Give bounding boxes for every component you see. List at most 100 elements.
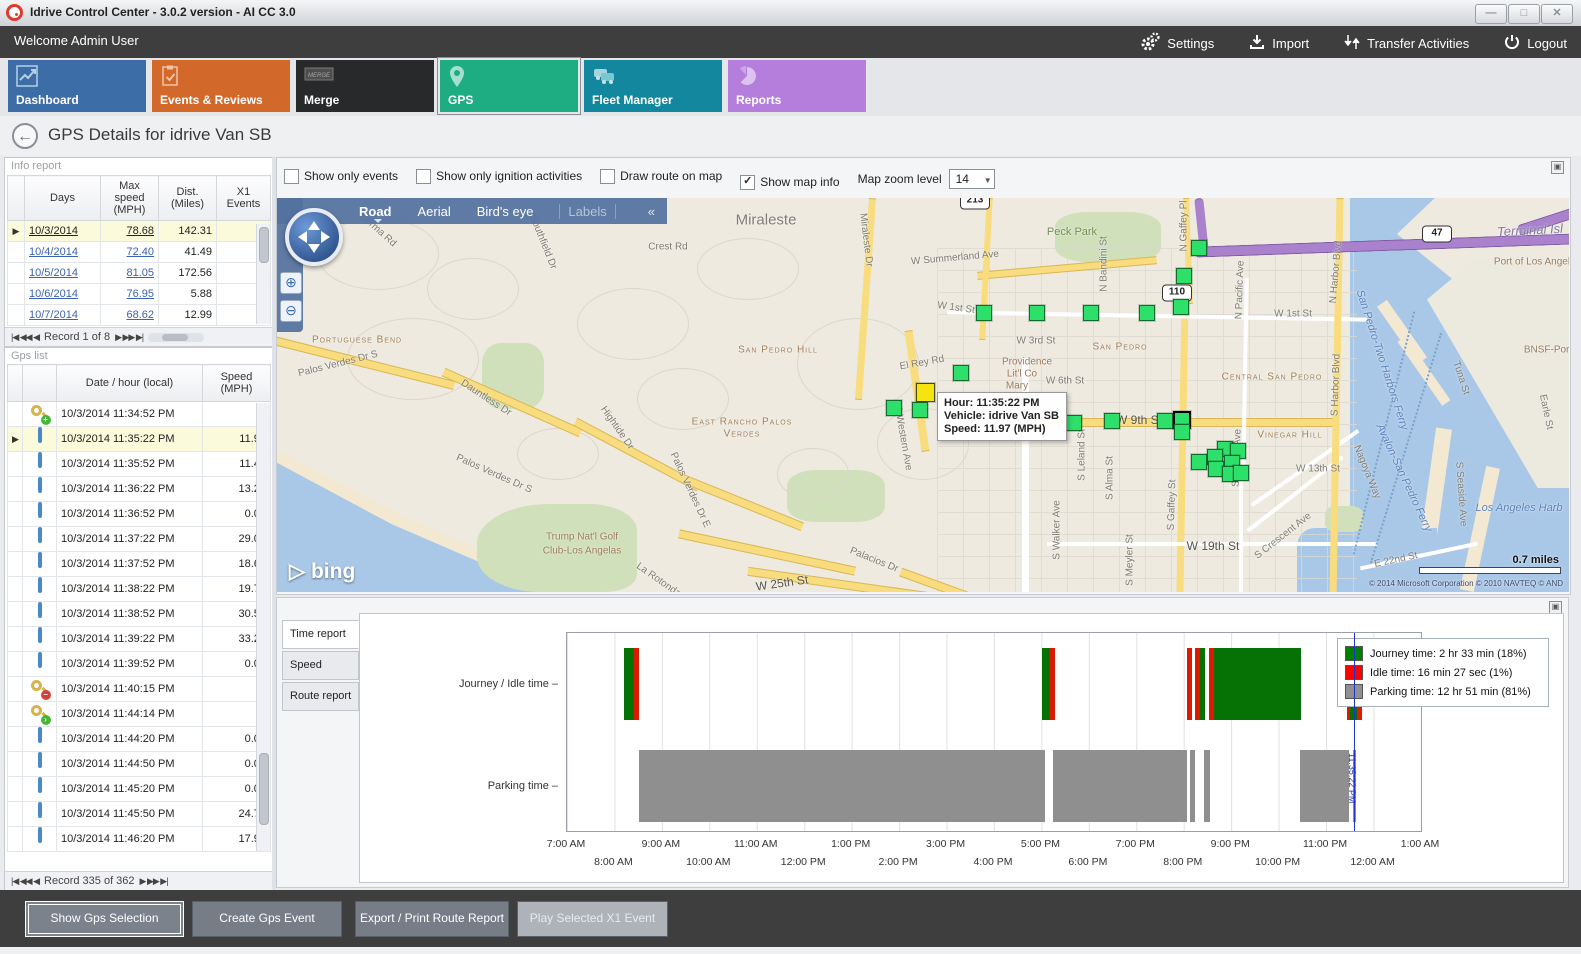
gps-marker[interactable] xyxy=(1157,413,1173,429)
day-link[interactable]: 10/4/2014 xyxy=(29,246,78,258)
gps-list-scrollbar[interactable] xyxy=(256,403,270,851)
info-col-header[interactable]: Days xyxy=(25,176,101,221)
gps-list-row[interactable]: 10/3/2014 11:36:22 PM13.28 xyxy=(8,477,271,502)
gps-list-row[interactable]: 10/3/2014 11:39:22 PM33.21 xyxy=(8,627,271,652)
gps-marker[interactable] xyxy=(953,365,969,381)
gps-list-row[interactable]: 10/3/2014 11:38:22 PM19.70 xyxy=(8,577,271,602)
gps-col-header[interactable]: Speed(MPH) xyxy=(203,365,271,402)
tab-fleet-manager[interactable]: Fleet Manager xyxy=(584,60,722,112)
tab-merge[interactable]: MERGEMerge xyxy=(296,60,434,112)
checkbox-show-only-ignition-activities[interactable]: Show only ignition activities xyxy=(416,169,582,184)
gps-marker[interactable] xyxy=(1066,415,1082,431)
event-icon-cell: › xyxy=(23,702,57,727)
max-speed-link[interactable]: 68.62 xyxy=(126,309,154,321)
tab-route-report[interactable]: Route report xyxy=(282,682,359,711)
gps-list-row[interactable]: ▶10/3/2014 11:35:22 PM11.97 xyxy=(8,427,271,452)
gps-list-row[interactable]: 10/3/2014 11:39:52 PM0.00 xyxy=(8,652,271,677)
gps-marker[interactable] xyxy=(886,400,902,416)
map-style-aerial[interactable]: Aerial xyxy=(418,204,451,219)
tab-reports[interactable]: Reports xyxy=(728,60,866,112)
tab-speed-graphic[interactable]: Speed graphic xyxy=(282,651,359,680)
create-gps-event-button[interactable]: Create Gps Event xyxy=(192,901,342,937)
gps-marker[interactable] xyxy=(1191,240,1207,256)
close-button[interactable]: ✕ xyxy=(1541,4,1573,24)
gps-marker[interactable] xyxy=(1191,454,1207,470)
checkbox-show-only-events[interactable]: Show only events xyxy=(284,169,398,184)
map-nav-collapse-icon[interactable]: « xyxy=(648,204,655,219)
gps-list-row[interactable]: 10/3/2014 11:36:52 PM0.00 xyxy=(8,502,271,527)
gps-marker[interactable] xyxy=(1029,305,1045,321)
selected-gps-marker[interactable] xyxy=(916,383,935,402)
gps-marker[interactable] xyxy=(1083,305,1099,321)
info-pager-prev[interactable]: |◀ ◀◀ ◀ xyxy=(11,332,39,343)
gps-marker[interactable] xyxy=(1174,424,1190,440)
tab-time-report[interactable]: Time report xyxy=(282,620,359,649)
gps-list-row[interactable]: 10/3/2014 11:46:20 PM17.93 xyxy=(8,827,271,852)
footer-bar: Show Gps SelectionCreate Gps Event Export… xyxy=(0,890,1581,947)
gps-list-row[interactable]: 10/3/2014 11:37:52 PM18.63 xyxy=(8,552,271,577)
info-col-header[interactable]: Maxspeed(MPH) xyxy=(101,176,159,221)
max-speed-link[interactable]: 76.95 xyxy=(126,288,154,300)
logout-button[interactable]: Logout xyxy=(1503,32,1567,55)
transfer-activities-button[interactable]: Transfer Activities xyxy=(1343,32,1469,55)
gps-marker[interactable] xyxy=(1233,465,1249,481)
gps-pager-prev[interactable]: |◀ ◀◀ ◀ xyxy=(11,876,39,887)
tab-gps[interactable]: GPS xyxy=(440,60,578,112)
minimize-button[interactable]: — xyxy=(1475,4,1507,24)
map-zoom-in-icon[interactable]: ⊕ xyxy=(280,272,302,294)
gps-list-row[interactable]: 10/3/2014 11:45:50 PM24.75 xyxy=(8,802,271,827)
info-report-row[interactable]: 10/5/201481.05172.56 xyxy=(8,263,271,284)
gps-list-row[interactable]: 10/3/2014 11:35:52 PM11.47 xyxy=(8,452,271,477)
gps-list-row[interactable]: −10/3/2014 11:40:15 PM xyxy=(8,677,271,702)
info-report-row[interactable]: 10/7/201468.6212.99 xyxy=(8,305,271,326)
show-gps-selection-button[interactable]: Show Gps Selection xyxy=(25,901,184,937)
gps-list-row[interactable]: 10/3/2014 11:38:52 PM30.55 xyxy=(8,602,271,627)
day-link[interactable]: 10/5/2014 xyxy=(29,267,78,279)
info-col-header[interactable]: Dist.(Miles) xyxy=(159,176,217,221)
gps-col-header[interactable]: Date / hour (local) xyxy=(57,365,203,402)
tab-dashboard[interactable]: Dashboard xyxy=(8,60,146,112)
map-zoom-out-icon[interactable]: ⊖ xyxy=(280,300,302,322)
settings-button[interactable]: Settings xyxy=(1139,32,1214,55)
tab-events-reviews[interactable]: Events & Reviews xyxy=(152,60,290,112)
import-button[interactable]: Import xyxy=(1248,32,1309,55)
info-report-row[interactable]: 10/6/201476.955.88 xyxy=(8,284,271,305)
day-link[interactable]: 10/7/2014 xyxy=(29,309,78,321)
gps-list-row[interactable]: ›10/3/2014 11:44:14 PM xyxy=(8,702,271,727)
info-col-header[interactable]: X1 Events xyxy=(217,176,271,221)
map-compass[interactable] xyxy=(285,208,343,266)
info-pager-next[interactable]: ▶ ▶▶ ▶| xyxy=(115,332,143,343)
max-speed-link[interactable]: 81.05 xyxy=(126,267,154,279)
info-report-scrollbar[interactable] xyxy=(256,224,270,324)
info-report-row[interactable]: ▶10/3/201478.68142.31 xyxy=(8,221,271,242)
gps-marker[interactable] xyxy=(976,305,992,321)
gps-pager-next[interactable]: ▶ ▶▶ ▶| xyxy=(140,876,168,887)
day-link[interactable]: 10/3/2014 xyxy=(29,225,78,237)
info-pager-hscroll[interactable] xyxy=(148,333,204,342)
info-report-row[interactable]: 10/4/201472.4041.49 xyxy=(8,242,271,263)
checkbox-show-map-info[interactable]: ✓Show map info xyxy=(740,175,839,190)
gps-list-row[interactable]: 10/3/2014 11:37:22 PM29.05 xyxy=(8,527,271,552)
gps-marker[interactable] xyxy=(912,402,928,418)
max-speed-link[interactable]: 78.68 xyxy=(126,225,154,237)
maximize-button[interactable]: □ xyxy=(1508,4,1540,24)
gps-marker[interactable] xyxy=(1173,299,1189,315)
export-print-route-report-button[interactable]: Export / Print Route Report xyxy=(355,901,509,937)
row-indicator xyxy=(8,602,23,627)
map-style-bird-s-eye[interactable]: Bird's eye xyxy=(477,204,534,219)
checkbox-draw-route-on-map[interactable]: Draw route on map xyxy=(600,169,722,184)
gps-list-row[interactable]: 10/3/2014 11:44:50 PM0.00 xyxy=(8,752,271,777)
gps-marker[interactable] xyxy=(1104,413,1120,429)
gps-marker[interactable] xyxy=(1176,268,1192,284)
gps-list-row[interactable]: 10/3/2014 11:44:20 PM0.00 xyxy=(8,727,271,752)
gps-list-row[interactable]: +10/3/2014 11:34:52 PM xyxy=(8,402,271,427)
back-button[interactable]: ← xyxy=(12,123,38,149)
day-link[interactable]: 10/6/2014 xyxy=(29,288,78,300)
map-style-road[interactable]: Road xyxy=(359,204,392,219)
map-style-labels[interactable]: Labels xyxy=(559,204,615,219)
max-speed-link[interactable]: 72.40 xyxy=(126,246,154,258)
map-zoom-select[interactable]: 14▼ xyxy=(949,169,995,189)
gps-marker[interactable] xyxy=(1139,305,1155,321)
map-canvas[interactable]: MiralesteCrest RdPeck ParkW Summerland A… xyxy=(277,198,1569,592)
gps-list-row[interactable]: 10/3/2014 11:45:20 PM0.00 xyxy=(8,777,271,802)
